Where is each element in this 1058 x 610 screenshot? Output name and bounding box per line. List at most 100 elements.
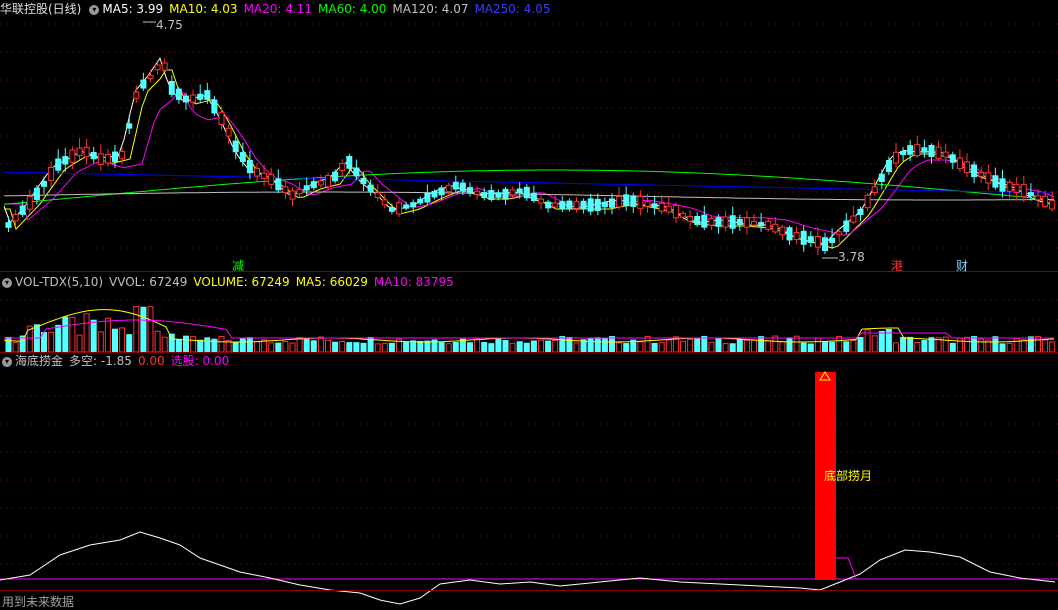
volume-bar (12, 342, 19, 353)
candle-body (942, 151, 949, 158)
volume-bar (410, 340, 417, 353)
candle-body (1027, 192, 1034, 197)
volume-bar (956, 337, 963, 353)
candle-body (452, 181, 459, 190)
candle-body (190, 94, 197, 103)
volume-bar (97, 331, 104, 353)
vvol-value: VVOL: 67249 (109, 275, 188, 289)
candle-body (637, 195, 644, 210)
volume-bar (140, 306, 147, 353)
vol-ma5-value: MA5: 66029 (295, 275, 368, 289)
candle-body (268, 173, 275, 185)
duokong-value: 多空: -1.85 (69, 354, 132, 368)
dropdown-icon[interactable]: ▾ (2, 356, 12, 367)
volume-bar (530, 340, 537, 353)
candle-body (339, 163, 346, 172)
candle-body (857, 208, 864, 216)
volume-bar (161, 336, 168, 353)
volume-bar (76, 334, 83, 353)
indicator-name[interactable]: 海底捞金 (15, 354, 63, 368)
vol-ma5-line (3, 309, 1055, 343)
candle-body (55, 158, 62, 171)
volume-bar (928, 337, 935, 353)
candle-body (438, 187, 445, 196)
volume-bar (119, 327, 126, 353)
candle-body (885, 159, 892, 173)
candle-body (48, 166, 55, 181)
volume-bar (381, 342, 388, 353)
volume-bar (907, 336, 914, 353)
volume-bar (502, 340, 509, 353)
candle-body (317, 180, 324, 186)
volume-bar (978, 338, 985, 353)
volume-bar (488, 343, 495, 353)
candle-body (786, 227, 793, 241)
volume-bar (5, 336, 12, 353)
volume-bar (1027, 336, 1034, 353)
volume-bar (687, 338, 694, 353)
candle-body (239, 152, 246, 163)
volume-bar (190, 336, 197, 353)
volume-bar (793, 335, 800, 353)
candle-body (19, 205, 26, 215)
dropdown-icon[interactable]: ▾ (2, 277, 12, 288)
candle-body (559, 201, 566, 209)
volume-bar (1006, 342, 1013, 353)
volume-bar (814, 337, 821, 353)
volume-bar (438, 342, 445, 353)
candle-body (616, 195, 623, 208)
volume-bar (800, 342, 807, 353)
candle-body (90, 151, 97, 160)
vol-indicator-name[interactable]: VOL-TDX(5,10) (15, 275, 103, 289)
volume-bar (538, 339, 544, 353)
stock-chart-canvas[interactable] (0, 0, 1058, 610)
volume-bar (594, 337, 601, 353)
ma20-value: MA20: 4.11 (243, 2, 312, 16)
volume-bar (374, 343, 381, 353)
volume-bar (843, 341, 850, 353)
volume-bar (545, 340, 552, 353)
candle-body (459, 182, 466, 192)
candle-body (680, 212, 686, 218)
candle-body (254, 167, 260, 177)
candle-body (154, 64, 161, 71)
volume-bar (90, 319, 97, 353)
candle-body (807, 236, 814, 243)
volume-bar (609, 336, 615, 353)
dropdown-icon[interactable]: ▾ (89, 4, 100, 15)
volume-bar (204, 337, 211, 353)
volume-bar (736, 339, 743, 353)
candle-body (424, 192, 431, 203)
candle-body (864, 194, 871, 209)
stock-title[interactable]: 华联控股(日线) (0, 2, 81, 16)
candle-body (232, 140, 239, 153)
candle-body (694, 215, 701, 225)
candle-body (715, 217, 722, 227)
candle-body (211, 99, 218, 114)
candle-body (971, 164, 978, 178)
volume-bar (900, 337, 907, 353)
candle-body (431, 190, 438, 198)
volume-bar (467, 342, 473, 353)
candle-body (12, 213, 19, 222)
volume-bar (147, 306, 154, 353)
candle-body (161, 62, 168, 71)
candle-body (651, 203, 658, 208)
volume-bar (289, 342, 296, 353)
candle-body (69, 149, 76, 163)
candle-body (97, 153, 104, 165)
candle-body (488, 190, 495, 200)
volume-bar (83, 313, 90, 353)
candle-body (388, 206, 395, 212)
volume-bar (942, 336, 949, 353)
candle-body (878, 173, 885, 182)
candle-body (985, 172, 992, 184)
volume-bar (254, 341, 260, 353)
candle-body (765, 220, 772, 230)
volume-bar (822, 341, 828, 353)
volume-bar (346, 342, 353, 353)
volume-bar (523, 342, 530, 353)
volume-bar (1049, 341, 1056, 353)
volume-bar (729, 343, 736, 353)
volume-bar (317, 336, 324, 353)
